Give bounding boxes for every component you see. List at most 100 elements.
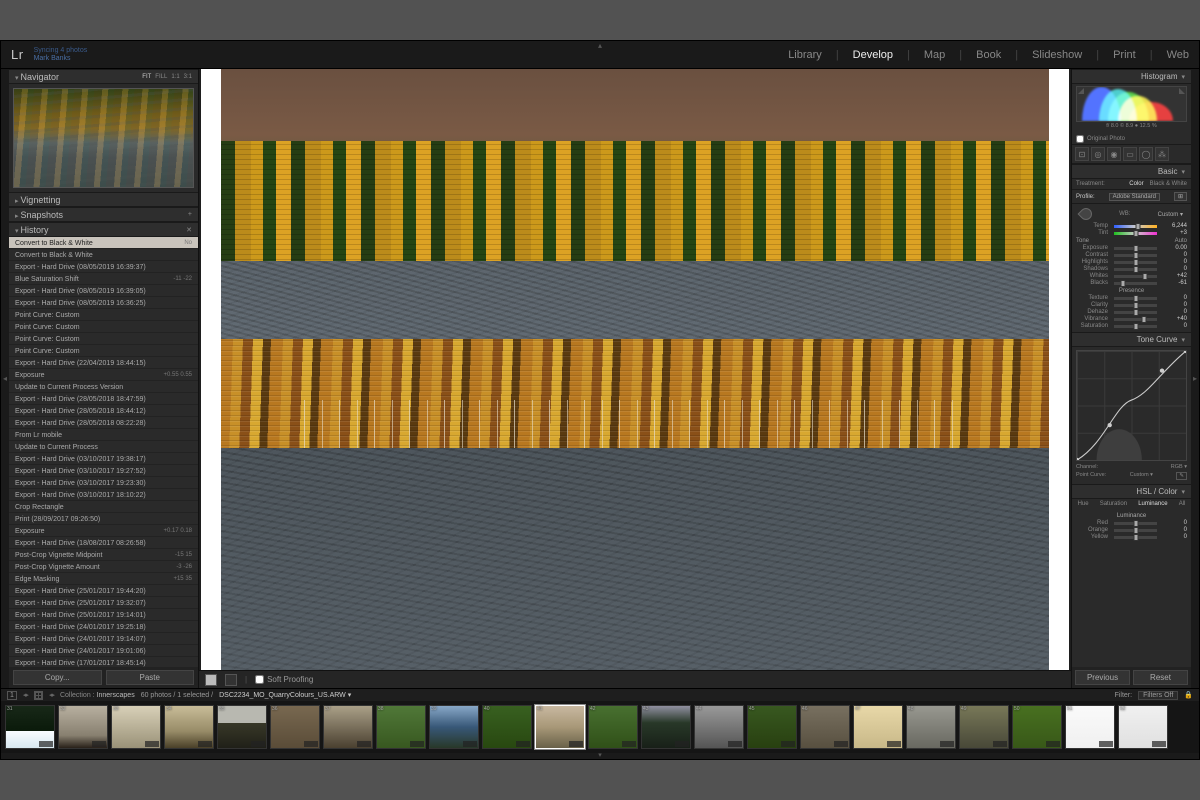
history-step[interactable]: Export - Hard Drive (25/01/2017 19:14:01… — [9, 609, 198, 621]
treatment-bw[interactable]: Black & White — [1150, 181, 1187, 187]
temp-value[interactable]: 6,244 — [1163, 223, 1187, 229]
soft-proofing-toggle[interactable]: Soft Proofing — [255, 675, 313, 684]
navigator-thumbnail[interactable] — [13, 88, 194, 188]
point-curve-select[interactable]: Custom ▾ — [1130, 472, 1153, 480]
filmstrip-thumb[interactable]: 50 — [1012, 705, 1062, 749]
contrast-slider[interactable] — [1114, 254, 1157, 257]
history-header[interactable]: ▾ History✕ — [9, 222, 198, 237]
tint-slider[interactable] — [1114, 232, 1157, 235]
module-develop[interactable]: Develop — [853, 49, 893, 61]
history-step[interactable]: Export - Hard Drive (24/01/2017 19:25:18… — [9, 621, 198, 633]
curve-edit-icon[interactable]: ✎ — [1176, 472, 1187, 480]
history-step[interactable]: Point Curve: Custom — [9, 345, 198, 357]
history-step[interactable]: Update to Current Process Version — [9, 381, 198, 393]
vibrance-slider[interactable] — [1114, 318, 1157, 321]
curve-channel-select[interactable]: RGB ▾ — [1171, 464, 1187, 470]
filmstrip-thumb[interactable]: 38 — [376, 705, 426, 749]
clarity-value[interactable]: 0 — [1163, 302, 1187, 308]
history-step[interactable]: Export - Hard Drive (28/05/2018 18:44:12… — [9, 405, 198, 417]
filename-readout[interactable]: DSC2234_MO_QuarryColours_US.ARW ▾ — [219, 691, 351, 699]
brush-tool-icon[interactable]: ⁂ — [1155, 147, 1169, 161]
red-slider[interactable] — [1114, 522, 1157, 525]
history-step[interactable]: Post-Crop Vignette Midpoint-15 15 — [9, 549, 198, 561]
history-step[interactable]: Export - Hard Drive (08/05/2019 16:39:05… — [9, 285, 198, 297]
module-print[interactable]: Print — [1113, 49, 1136, 61]
zoom-fill[interactable]: FILL — [155, 74, 167, 80]
history-step[interactable]: Export - Hard Drive (28/05/2018 08:22:28… — [9, 417, 198, 429]
radial-tool-icon[interactable]: ◯ — [1139, 147, 1153, 161]
history-step[interactable]: Blue Saturation Shift-11 -22 — [9, 273, 198, 285]
filmstrip-thumb[interactable]: 36 — [270, 705, 320, 749]
wb-dropper-icon[interactable] — [1078, 206, 1095, 223]
dehaze-value[interactable]: 0 — [1163, 309, 1187, 315]
module-slideshow[interactable]: Slideshow — [1032, 49, 1082, 61]
previous-button[interactable]: Previous — [1075, 670, 1130, 685]
history-step[interactable]: Point Curve: Custom — [9, 333, 198, 345]
crop-tool-icon[interactable]: ⊡ — [1075, 147, 1089, 161]
histogram[interactable] — [1076, 86, 1187, 122]
highlights-slider[interactable] — [1114, 261, 1157, 264]
tint-value[interactable]: +3 — [1163, 230, 1187, 236]
texture-value[interactable]: 0 — [1163, 295, 1187, 301]
zoom-fit[interactable]: FIT — [142, 74, 151, 80]
filmstrip-thumb[interactable]: 34 — [164, 705, 214, 749]
history-step[interactable]: Export - Hard Drive (03/10/2017 19:27:52… — [9, 465, 198, 477]
filmstrip-thumb[interactable]: 31 — [5, 705, 55, 749]
filmstrip-thumb[interactable]: 44 — [694, 705, 744, 749]
history-step[interactable]: Convert to Black & WhiteNo — [9, 237, 198, 249]
filmstrip-thumb[interactable]: 35 — [217, 705, 267, 749]
filmstrip-thumb[interactable]: 51 — [1065, 705, 1115, 749]
blacks-value[interactable]: -61 — [1163, 280, 1187, 286]
filmstrip-thumb[interactable]: 32 — [58, 705, 108, 749]
filmstrip-thumb[interactable]: 43 — [641, 705, 691, 749]
history-step[interactable]: Point Curve: Custom — [9, 309, 198, 321]
second-monitor-icon[interactable]: 1 — [7, 691, 17, 700]
hsl-tab-all[interactable]: All — [1179, 501, 1186, 507]
saturation-slider[interactable] — [1114, 325, 1157, 328]
filmstrip-thumb[interactable]: 45 — [747, 705, 797, 749]
hsl-tab-saturation[interactable]: Saturation — [1100, 501, 1127, 507]
history-step[interactable]: Export - Hard Drive (03/10/2017 19:23:30… — [9, 477, 198, 489]
hsl-tab-hue[interactable]: Hue — [1078, 501, 1089, 507]
navigator-header[interactable]: ▾ Navigator FITFILL1:13:1 — [9, 69, 198, 84]
shadows-slider[interactable] — [1114, 268, 1157, 271]
highlights-value[interactable]: 0 — [1163, 259, 1187, 265]
vibrance-value[interactable]: +40 — [1163, 316, 1187, 322]
before-after-icon[interactable] — [225, 674, 237, 686]
module-map[interactable]: Map — [924, 49, 945, 61]
history-step[interactable]: From Lr mobile — [9, 429, 198, 441]
history-step[interactable]: Export - Hard Drive (24/01/2017 19:01:06… — [9, 645, 198, 657]
filmstrip-thumb[interactable]: 40 — [482, 705, 532, 749]
copy-button[interactable]: Copy... — [13, 670, 102, 685]
canvas[interactable] — [201, 69, 1069, 670]
snapshots-header[interactable]: ▸ Snapshots+ — [9, 207, 198, 222]
orange-slider[interactable] — [1114, 529, 1157, 532]
redeye-tool-icon[interactable]: ◉ — [1107, 147, 1121, 161]
history-step[interactable]: Crop Rectangle — [9, 501, 198, 513]
tone-curve-graph[interactable] — [1076, 350, 1187, 461]
hsl-tab-luminance[interactable]: Luminance — [1138, 501, 1167, 507]
filmstrip-thumb[interactable]: 47 — [853, 705, 903, 749]
auto-tone-button[interactable]: Auto — [1175, 238, 1187, 244]
filmstrip-thumb[interactable]: 46 — [800, 705, 850, 749]
clarity-slider[interactable] — [1114, 304, 1157, 307]
dehaze-slider[interactable] — [1114, 311, 1157, 314]
tone-curve-header[interactable]: Tone Curve▾ — [1072, 332, 1191, 347]
history-step[interactable]: Exposure+0.55 0.55 — [9, 369, 198, 381]
history-step[interactable]: Export - Hard Drive (28/05/2018 18:47:59… — [9, 393, 198, 405]
red-value[interactable]: 0 — [1163, 520, 1187, 526]
temp-slider[interactable] — [1114, 225, 1157, 228]
right-panel-toggle[interactable]: ▸ — [1191, 69, 1199, 688]
filmstrip-thumb[interactable]: 52 — [1118, 705, 1168, 749]
filter-lock-icon[interactable]: 🔒 — [1184, 691, 1193, 699]
user-block[interactable]: Syncing 4 photos Mark Banks — [34, 47, 88, 62]
gradient-tool-icon[interactable]: ▭ — [1123, 147, 1137, 161]
filter-select[interactable]: Filters Off — [1138, 691, 1178, 700]
grid-view-icon[interactable] — [34, 691, 43, 700]
reset-button[interactable]: Reset — [1133, 670, 1188, 685]
history-step[interactable]: Exposure+0.17 0.18 — [9, 525, 198, 537]
basic-header[interactable]: Basic▾ — [1072, 164, 1191, 179]
history-step[interactable]: Post-Crop Vignette Amount-3 -26 — [9, 561, 198, 573]
history-step[interactable]: Print (28/09/2017 09:26:50) — [9, 513, 198, 525]
module-web[interactable]: Web — [1167, 49, 1189, 61]
